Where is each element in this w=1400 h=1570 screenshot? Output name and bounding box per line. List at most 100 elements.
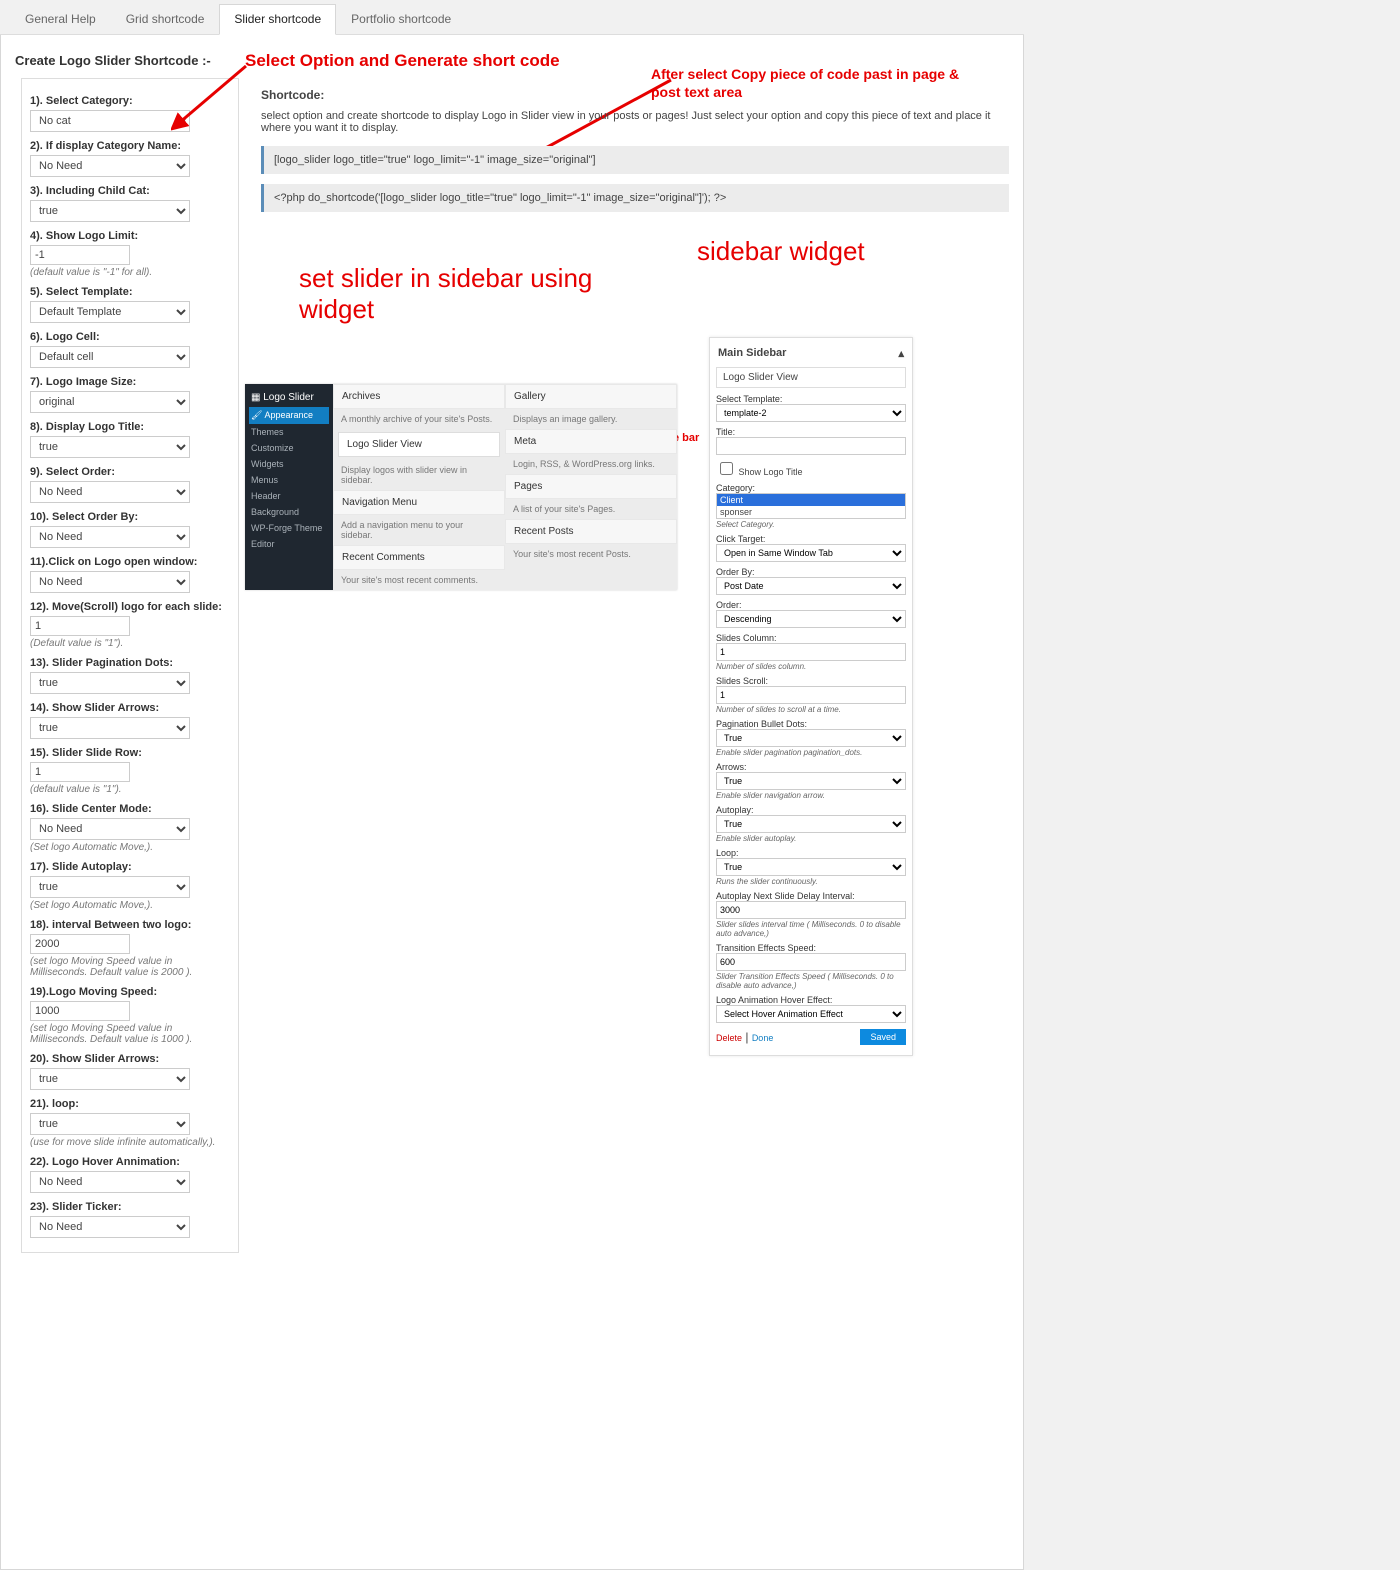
ctl-f18[interactable] (30, 934, 130, 954)
ctl-f16[interactable]: No Need (30, 818, 190, 840)
admin-menu-widgets[interactable]: Widgets (249, 456, 329, 472)
admin-menu-themes[interactable]: Themes (249, 424, 329, 440)
widget-done[interactable]: Done (752, 1033, 774, 1043)
ctl-f12[interactable] (30, 616, 130, 636)
widget-form: Main Sidebar▴ Logo Slider View Select Te… (709, 337, 913, 1056)
widget-gallery[interactable]: Gallery (505, 384, 677, 409)
ctl-f13[interactable]: true (30, 672, 190, 694)
ctl-f22[interactable]: No Need (30, 1171, 190, 1193)
inp-delay[interactable] (716, 901, 906, 919)
inp-col[interactable] (716, 643, 906, 661)
ctl-f11[interactable]: No Need (30, 571, 190, 593)
ctl-f15[interactable] (30, 762, 130, 782)
admin-menu-editor[interactable]: Editor (249, 536, 329, 552)
help-speed: Slider Transition Effects Speed ( Millis… (716, 972, 906, 990)
tab-slider[interactable]: Slider shortcode (219, 4, 336, 35)
help-scroll: Number of slides to scroll at a time. (716, 705, 906, 714)
admin-sidebar: ▦ Logo Slider 🖌 Appearance ThemesCustomi… (245, 384, 333, 590)
lbl-f17: 17). Slide Autoplay: (30, 861, 230, 873)
lbl-title: Title: (716, 427, 906, 437)
admin-menu-menus[interactable]: Menus (249, 472, 329, 488)
shortcode-box-2[interactable]: <?php do_shortcode('[logo_slider logo_ti… (261, 184, 1009, 212)
lbl-f6: 6). Logo Cell: (30, 331, 230, 343)
chk-show-title[interactable] (720, 462, 733, 475)
ctl-f20[interactable]: true (30, 1068, 190, 1090)
collapse-icon[interactable]: ▴ (898, 347, 904, 360)
ctl-f21[interactable]: true (30, 1113, 190, 1135)
admin-menu-customize[interactable]: Customize (249, 440, 329, 456)
inp-title[interactable] (716, 437, 906, 455)
widget-meta[interactable]: Meta (505, 429, 677, 454)
lbl-f15: 15). Slider Slide Row: (30, 747, 230, 759)
sel-order[interactable]: Descending (716, 610, 906, 628)
ctl-f19[interactable] (30, 1001, 130, 1021)
help-f16: (Set logo Automatic Move,). (30, 842, 230, 853)
lbl-scroll: Slides Scroll: (716, 676, 906, 686)
ctl-f3[interactable]: true (30, 200, 190, 222)
help-col: Number of slides column. (716, 662, 906, 671)
widget-archives[interactable]: Archives (333, 384, 505, 409)
inp-scroll[interactable] (716, 686, 906, 704)
lbl-dots: Pagination Bullet Dots: (716, 719, 906, 729)
widget-delete[interactable]: Delete (716, 1033, 742, 1043)
lbl-f20: 20). Show Slider Arrows: (30, 1053, 230, 1065)
sel-dots[interactable]: True (716, 729, 906, 747)
ctl-f17[interactable]: true (30, 876, 190, 898)
lbl-f4: 4). Show Logo Limit: (30, 230, 230, 242)
help-f17: (Set logo Automatic Move,). (30, 900, 230, 911)
ctl-f2[interactable]: No Need (30, 155, 190, 177)
lbl-f12: 12). Move(Scroll) logo for each slide: (30, 601, 230, 613)
ctl-f6[interactable]: Default cell (30, 346, 190, 368)
lbl-f9: 9). Select Order: (30, 466, 230, 478)
lbl-f18: 18). interval Between two logo: (30, 919, 230, 931)
lbl-delay: Autoplay Next Slide Delay Interval: (716, 891, 906, 901)
lbl-order: Order: (716, 600, 906, 610)
widget-save[interactable]: Saved (860, 1029, 906, 1045)
widget-desc: A monthly archive of your site's Posts. (333, 409, 505, 429)
widget-form-header[interactable]: Main Sidebar▴ (716, 342, 906, 365)
ctl-f10[interactable]: No Need (30, 526, 190, 548)
lbl-f3: 3). Including Child Cat: (30, 185, 230, 197)
inp-speed[interactable] (716, 953, 906, 971)
ctl-f9[interactable]: No Need (30, 481, 190, 503)
widget-recent-posts[interactable]: Recent Posts (505, 519, 677, 544)
ctl-f7[interactable]: original (30, 391, 190, 413)
ctl-f14[interactable]: true (30, 717, 190, 739)
shortcode-box-1[interactable]: [logo_slider logo_title="true" logo_limi… (261, 146, 1009, 174)
sel-hover[interactable]: Select Hover Animation Effect (716, 1005, 906, 1023)
lbl-click: Click Target: (716, 534, 906, 544)
list-category[interactable]: Client sponser (716, 493, 906, 519)
help-category: Select Category. (716, 520, 906, 529)
lbl-speed: Transition Effects Speed: (716, 943, 906, 953)
help-loop: Runs the slider continuously. (716, 877, 906, 886)
sel-arrows[interactable]: True (716, 772, 906, 790)
sel-click[interactable]: Open in Same Window Tab (716, 544, 906, 562)
sel-orderby[interactable]: Post Date (716, 577, 906, 595)
sel-auto[interactable]: True (716, 815, 906, 833)
widget-logo-slider-view[interactable]: Logo Slider View (338, 432, 500, 457)
widget-recent-comments[interactable]: Recent Comments (333, 545, 505, 570)
lbl-f2: 2). If display Category Name: (30, 140, 230, 152)
admin-menu-header[interactable]: Header (249, 488, 329, 504)
ctl-f23[interactable]: No Need (30, 1216, 190, 1238)
sel-loop[interactable]: True (716, 858, 906, 876)
lbl-category: Category: (716, 483, 906, 493)
ctl-f8[interactable]: true (30, 436, 190, 458)
tab-portfolio[interactable]: Portfolio shortcode (336, 4, 466, 34)
admin-menu-background[interactable]: Background (249, 504, 329, 520)
ctl-f1[interactable]: No cat (30, 110, 190, 132)
widget-navigation-menu[interactable]: Navigation Menu (333, 490, 505, 515)
tabs-bar: General Help Grid shortcode Slider short… (0, 0, 1024, 35)
widget-desc: A list of your site's Pages. (505, 499, 677, 519)
admin-menu-wp-forge-theme[interactable]: WP-Forge Theme (249, 520, 329, 536)
ctl-f4[interactable] (30, 245, 130, 265)
widget-pages[interactable]: Pages (505, 474, 677, 499)
admin-menu-appearance[interactable]: 🖌 Appearance (249, 407, 329, 424)
ctl-f5[interactable]: Default Template (30, 301, 190, 323)
tab-general[interactable]: General Help (10, 4, 111, 34)
widget-sub-title[interactable]: Logo Slider View (716, 367, 906, 388)
sel-template[interactable]: template-2 (716, 404, 906, 422)
lbl-show-title: Show Logo Title (739, 467, 803, 477)
tab-grid[interactable]: Grid shortcode (111, 4, 220, 34)
lbl-orderby: Order By: (716, 567, 906, 577)
